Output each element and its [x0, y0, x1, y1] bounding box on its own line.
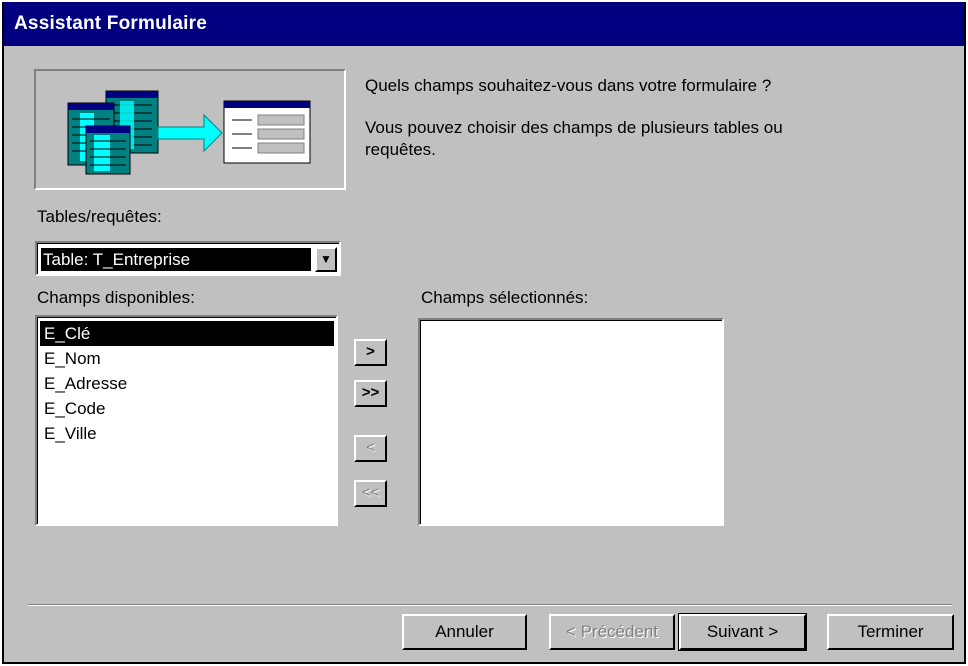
list-item[interactable]: E_Nom	[40, 346, 334, 371]
wizard-illustration	[34, 69, 346, 190]
selected-fields-label: Champs sélectionnés:	[421, 288, 589, 307]
remove-all-fields-button[interactable]: <<	[354, 480, 387, 507]
window-title: Assistant Formulaire	[4, 2, 964, 46]
cancel-button[interactable]: Annuler	[402, 614, 527, 650]
finish-button[interactable]: Terminer	[827, 614, 954, 650]
tables-to-form-icon	[67, 90, 311, 175]
remove-field-button[interactable]: <	[354, 435, 387, 462]
list-item[interactable]: E_Ville	[40, 421, 334, 446]
selected-fields-list[interactable]	[418, 318, 724, 526]
list-item[interactable]: E_Adresse	[40, 371, 334, 396]
available-fields-label: Champs disponibles:	[37, 288, 195, 307]
dropdown-arrow-icon[interactable]: ▼	[315, 247, 337, 272]
tables-queries-selected-value: Table: T_Entreprise	[41, 248, 311, 271]
add-field-button[interactable]: >	[354, 339, 387, 366]
list-item[interactable]: E_Clé	[40, 321, 334, 346]
add-all-fields-button[interactable]: >>	[354, 380, 387, 407]
footer-separator	[28, 604, 952, 606]
wizard-question: Quels champs souhaitez-vous dans votre f…	[365, 76, 772, 95]
list-item[interactable]: E_Code	[40, 396, 334, 421]
wizard-hint-line2: requêtes.	[365, 140, 436, 159]
next-button[interactable]: Suivant >	[678, 613, 807, 651]
tables-queries-label: Tables/requêtes:	[37, 207, 162, 226]
tables-queries-dropdown[interactable]: Table: T_Entreprise ▼	[35, 241, 341, 276]
available-fields-list[interactable]: E_Clé E_Nom E_Adresse E_Code E_Ville	[35, 315, 338, 526]
wizard-hint-line1: Vous pouvez choisir des champs de plusie…	[365, 118, 783, 137]
form-wizard-dialog: Assistant Formulaire Quels champs souhai…	[2, 2, 966, 664]
back-button[interactable]: < Précédent	[549, 614, 675, 650]
